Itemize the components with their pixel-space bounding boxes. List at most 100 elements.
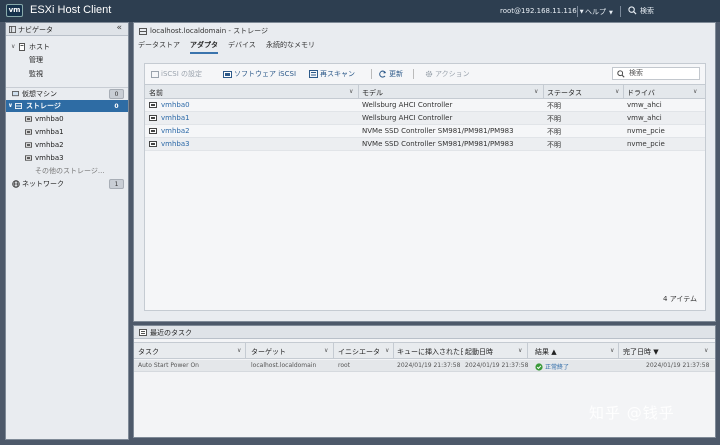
count-badge: 0 bbox=[109, 89, 124, 99]
task-name: Auto Start Power On bbox=[138, 362, 199, 369]
table-row[interactable]: vmhba3 NVMe SSD Controller SM981/PM981/P… bbox=[145, 138, 705, 151]
gear-icon bbox=[425, 70, 433, 78]
chevron-down-icon[interactable]: ∨ bbox=[385, 347, 389, 354]
adapter-name-cell[interactable]: vmhba3 bbox=[149, 140, 190, 148]
adapter-name-cell[interactable]: vmhba1 bbox=[149, 114, 190, 122]
adapter-model: NVMe SSD Controller SM981/PM981/PM983 bbox=[362, 140, 514, 148]
table-row[interactable]: vmhba0 Wellsburg AHCI Controller 不明 vmw_… bbox=[145, 99, 705, 112]
adapter-name: vmhba3 bbox=[161, 140, 190, 148]
storage-icon bbox=[15, 103, 22, 109]
user-menu[interactable]: root@192.168.11.116 ▼ bbox=[500, 7, 584, 15]
table-header: 名前 ∨ モデル ∨ ステータス ∨ ドライバ ∨ bbox=[145, 84, 705, 99]
navigator-title: ナビゲータ bbox=[18, 26, 53, 34]
nav-item-label: vmhba3 bbox=[35, 154, 64, 162]
column-divider[interactable] bbox=[623, 85, 624, 99]
chevron-down-icon[interactable]: ∨ bbox=[534, 88, 538, 95]
actions-button[interactable]: アクション bbox=[425, 69, 470, 79]
adapter-name-cell[interactable]: vmhba2 bbox=[149, 127, 190, 135]
adapter-driver: vmw_ahci bbox=[627, 114, 662, 122]
column-header-initiator[interactable]: イニシエータ bbox=[338, 347, 380, 357]
nav-item-label: 仮想マシン bbox=[22, 90, 57, 98]
adapter-status: 不明 bbox=[547, 102, 561, 110]
column-header-started[interactable]: 起動日時 bbox=[465, 347, 493, 357]
table-row[interactable]: vmhba2 NVMe SSD Controller SM981/PM981/P… bbox=[145, 125, 705, 138]
nav-item-vmhba1[interactable]: vmhba1 bbox=[6, 126, 128, 138]
nav-item-vms[interactable]: 仮想マシン 0 bbox=[6, 87, 128, 99]
refresh-button[interactable]: 更新 bbox=[379, 69, 403, 79]
column-header-name[interactable]: 名前 bbox=[149, 88, 163, 98]
adapter-driver: nvme_pcie bbox=[627, 127, 665, 135]
rescan-icon bbox=[309, 70, 318, 78]
column-header-task[interactable]: タスク bbox=[138, 347, 159, 357]
nav-item-monitor[interactable]: 監視 bbox=[6, 68, 128, 80]
chevron-down-icon[interactable]: ∨ bbox=[11, 41, 15, 53]
rescan-button[interactable]: 再スキャン bbox=[309, 69, 355, 79]
chevron-down-icon[interactable]: ∨ bbox=[615, 88, 619, 95]
column-divider[interactable] bbox=[618, 343, 619, 358]
column-divider[interactable] bbox=[393, 343, 394, 358]
refresh-label: 更新 bbox=[389, 70, 403, 78]
chevron-down-icon[interactable]: ∨ bbox=[324, 347, 328, 354]
adapter-name: vmhba1 bbox=[161, 114, 190, 122]
count-badge: 1 bbox=[109, 179, 124, 189]
nav-item-label: vmhba2 bbox=[35, 141, 64, 149]
nav-item-vmhba3[interactable]: vmhba3 bbox=[6, 152, 128, 164]
help-menu[interactable]: ヘルプ ▼ bbox=[585, 7, 613, 17]
adapter-model: NVMe SSD Controller SM981/PM981/PM983 bbox=[362, 127, 514, 135]
navigator-icon bbox=[9, 26, 16, 33]
column-header-queued[interactable]: キューに挿入された日 bbox=[397, 347, 463, 357]
chevron-down-icon[interactable]: ∨ bbox=[704, 347, 708, 354]
adapter-name-cell[interactable]: vmhba0 bbox=[149, 101, 190, 109]
recent-tasks-header: 最近のタスク bbox=[134, 326, 715, 339]
adapter-icon bbox=[149, 102, 157, 108]
column-divider[interactable] bbox=[527, 343, 528, 358]
search-input[interactable]: 検索 bbox=[612, 67, 700, 80]
chevron-down-icon[interactable]: ∨ bbox=[518, 347, 522, 354]
column-divider[interactable] bbox=[333, 343, 334, 358]
column-header-target[interactable]: ターゲット bbox=[251, 347, 286, 357]
column-header-model[interactable]: モデル bbox=[362, 88, 383, 98]
nav-item-host[interactable]: ∨ ホスト bbox=[6, 41, 128, 53]
chevron-down-icon[interactable]: ∨ bbox=[693, 88, 697, 95]
watermark: 知乎 @钱乎 bbox=[589, 404, 675, 422]
iscsi-icon bbox=[151, 71, 159, 78]
column-divider[interactable] bbox=[358, 85, 359, 99]
adapter-driver: nvme_pcie bbox=[627, 140, 665, 148]
chevron-down-icon[interactable]: ∨ bbox=[237, 347, 241, 354]
iscsi-config-label: iSCSI の設定 bbox=[161, 70, 203, 78]
adapter-icon bbox=[25, 142, 32, 148]
task-row[interactable]: Auto Start Power On localhost.localdomai… bbox=[134, 360, 715, 372]
adapter-status: 不明 bbox=[547, 141, 561, 149]
tab-adapters[interactable]: アダプタ bbox=[190, 40, 218, 54]
table-row[interactable]: vmhba1 Wellsburg AHCI Controller 不明 vmw_… bbox=[145, 112, 705, 125]
nav-item-vmhba2[interactable]: vmhba2 bbox=[6, 139, 128, 151]
column-header-result[interactable]: 結果 ▲ bbox=[535, 347, 557, 357]
nav-item-label: ネットワーク bbox=[22, 180, 64, 188]
vmware-logo: vm bbox=[6, 4, 23, 17]
tab-persistent-memory[interactable]: 永続的なメモリ bbox=[266, 40, 315, 50]
column-header-driver[interactable]: ドライバ bbox=[627, 88, 655, 98]
adapter-icon bbox=[25, 155, 32, 161]
task-target[interactable]: localhost.localdomain bbox=[251, 362, 316, 369]
column-header-status[interactable]: ステータス bbox=[547, 88, 582, 98]
collapse-icon[interactable]: « bbox=[116, 23, 122, 33]
chevron-down-icon[interactable]: ∨ bbox=[610, 347, 614, 354]
search-button[interactable]: 検索 bbox=[628, 6, 654, 16]
divider bbox=[620, 6, 621, 17]
nav-item-manage[interactable]: 管理 bbox=[6, 54, 128, 66]
nav-item-storage[interactable]: ∨ ストレージ 0 bbox=[6, 100, 128, 112]
column-divider[interactable] bbox=[543, 85, 544, 99]
nav-item-vmhba0[interactable]: vmhba0 bbox=[6, 113, 128, 125]
tab-datastores[interactable]: データストア bbox=[138, 40, 180, 50]
nav-item-more-storage[interactable]: その他のストレージ... bbox=[6, 165, 128, 177]
nav-item-network[interactable]: ネットワーク 1 bbox=[6, 178, 128, 190]
column-header-completed[interactable]: 完了日時 ▼ bbox=[623, 347, 659, 357]
breadcrumb-text: localhost.localdomain - ストレージ bbox=[150, 27, 269, 35]
iscsi-config-button[interactable]: iSCSI の設定 bbox=[151, 69, 202, 79]
column-divider[interactable] bbox=[245, 343, 246, 358]
tab-devices[interactable]: デバイス bbox=[228, 40, 256, 50]
tasks-icon bbox=[139, 329, 147, 336]
chevron-down-icon[interactable]: ∨ bbox=[8, 100, 13, 112]
software-iscsi-button[interactable]: ソフトウェア iSCSI bbox=[223, 69, 296, 79]
chevron-down-icon[interactable]: ∨ bbox=[349, 88, 353, 95]
